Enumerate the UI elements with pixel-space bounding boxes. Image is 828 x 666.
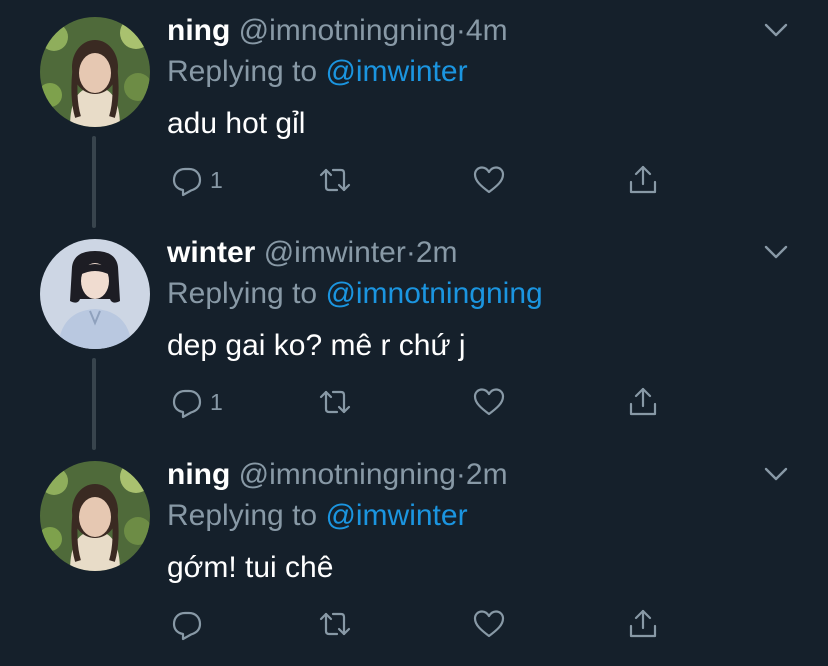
avatar[interactable] bbox=[40, 17, 150, 127]
like-button[interactable] bbox=[472, 604, 506, 644]
timestamp[interactable]: 2m bbox=[466, 458, 508, 491]
reply-button[interactable] bbox=[170, 604, 210, 644]
tweet-text: adu hot gỉl bbox=[167, 107, 306, 140]
user-handle[interactable]: @imnotningning bbox=[239, 14, 456, 47]
share-icon bbox=[626, 607, 660, 641]
share-button[interactable] bbox=[626, 382, 660, 422]
tweet[interactable]: ning @imnotningning·4m Replying to @imwi… bbox=[0, 0, 828, 228]
separator-dot: · bbox=[455, 14, 466, 47]
reply-icon bbox=[170, 385, 204, 419]
retweet-icon bbox=[318, 607, 352, 641]
timestamp[interactable]: 4m bbox=[466, 14, 508, 47]
tweet-header: ning @imnotningning·4m bbox=[167, 12, 508, 50]
display-name[interactable]: ning bbox=[167, 458, 230, 491]
reply-icon bbox=[170, 163, 204, 197]
tweet-header: winter @imwinter·2m bbox=[167, 234, 458, 272]
replying-to-label: Replying to bbox=[167, 277, 318, 310]
share-button[interactable] bbox=[626, 604, 660, 644]
display-name[interactable]: ning bbox=[167, 14, 230, 47]
tweet[interactable]: ning @imnotningning·2m Replying to @imwi… bbox=[0, 444, 828, 666]
replying-to: Replying to @imwinter bbox=[167, 497, 468, 535]
reply-count: 1 bbox=[210, 388, 223, 415]
retweet-button[interactable] bbox=[318, 160, 352, 200]
chevron-down-icon[interactable] bbox=[762, 464, 790, 484]
chevron-down-icon[interactable] bbox=[762, 20, 790, 40]
like-button[interactable] bbox=[472, 382, 506, 422]
retweet-button[interactable] bbox=[318, 382, 352, 422]
avatar[interactable] bbox=[40, 239, 150, 349]
retweet-icon bbox=[318, 385, 352, 419]
mention-link[interactable]: @imwinter bbox=[325, 55, 467, 88]
like-icon bbox=[472, 607, 506, 641]
user-handle[interactable]: @imwinter bbox=[264, 236, 406, 269]
tweet-actions: 1 bbox=[0, 382, 828, 422]
tweet-text: gớm! tui chê bbox=[167, 551, 334, 584]
like-button[interactable] bbox=[472, 160, 506, 200]
replying-to-label: Replying to bbox=[167, 499, 318, 532]
share-button[interactable] bbox=[626, 160, 660, 200]
share-icon bbox=[626, 385, 660, 419]
chevron-down-icon[interactable] bbox=[762, 242, 790, 262]
retweet-button[interactable] bbox=[318, 604, 352, 644]
reply-count: 1 bbox=[210, 166, 223, 193]
replying-to-label: Replying to bbox=[167, 55, 318, 88]
replying-to: Replying to @imwinter bbox=[167, 53, 468, 91]
tweet[interactable]: winter @imwinter·2m Replying to @imnotni… bbox=[0, 222, 828, 450]
replying-to: Replying to @imnotningning bbox=[167, 275, 543, 313]
user-handle[interactable]: @imnotningning bbox=[239, 458, 456, 491]
like-icon bbox=[472, 163, 506, 197]
display-name[interactable]: winter bbox=[167, 236, 255, 269]
separator-dot: · bbox=[455, 458, 466, 491]
like-icon bbox=[472, 385, 506, 419]
avatar[interactable] bbox=[40, 461, 150, 571]
tweet-text: dep gai ko? mê r chứ j bbox=[167, 329, 466, 362]
share-icon bbox=[626, 163, 660, 197]
separator-dot: · bbox=[405, 236, 416, 269]
tweet-actions: 1 bbox=[0, 160, 828, 200]
reply-icon bbox=[170, 607, 204, 641]
reply-button[interactable]: 1 bbox=[170, 382, 223, 422]
mention-link[interactable]: @imnotningning bbox=[325, 277, 542, 310]
tweet-actions bbox=[0, 604, 828, 644]
mention-link[interactable]: @imwinter bbox=[325, 499, 467, 532]
timestamp[interactable]: 2m bbox=[416, 236, 458, 269]
retweet-icon bbox=[318, 163, 352, 197]
reply-button[interactable]: 1 bbox=[170, 160, 223, 200]
tweet-header: ning @imnotningning·2m bbox=[167, 456, 508, 494]
